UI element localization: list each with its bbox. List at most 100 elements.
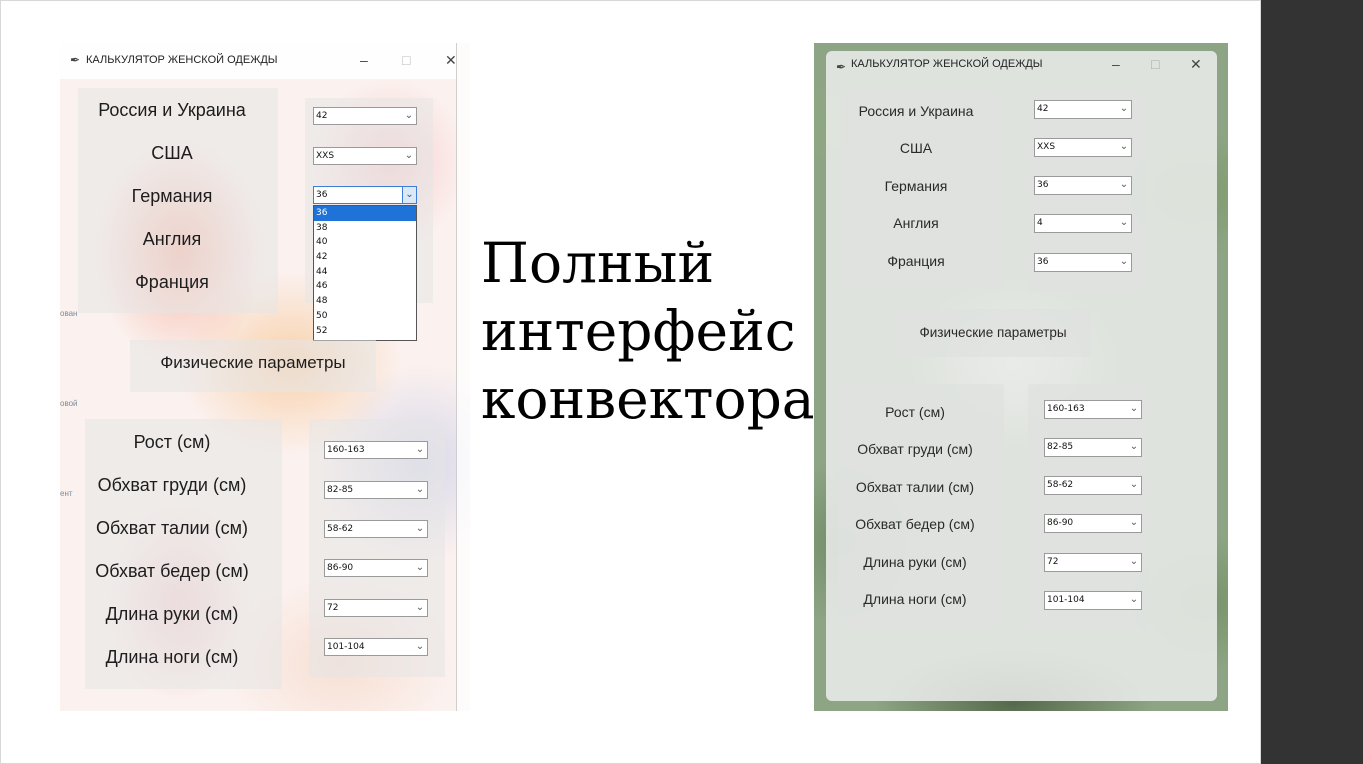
heading-line: Полный xyxy=(481,231,715,295)
dropdown-option[interactable]: 50 xyxy=(314,309,416,324)
dropdown-option[interactable]: 42 xyxy=(314,250,416,265)
desktop-icon-label: ент xyxy=(60,489,73,498)
hips-combobox[interactable]: 86-90 ⌄ xyxy=(1044,514,1142,533)
combobox-value: 160-163 xyxy=(327,445,365,455)
chest-combobox[interactable]: 82-85 ⌄ xyxy=(1044,438,1142,457)
arm-length-combobox[interactable]: 72 ⌄ xyxy=(324,599,428,617)
dropdown-option[interactable]: 44 xyxy=(314,265,416,280)
label-usa: США xyxy=(151,143,193,163)
dropdown-option[interactable]: 46 xyxy=(314,279,416,294)
germany-size-combobox[interactable]: 36 ⌄ xyxy=(313,186,417,204)
chevron-down-icon[interactable]: ⌄ xyxy=(402,187,416,203)
feather-icon: ✒ xyxy=(836,60,847,74)
label-england: Англия xyxy=(893,215,939,231)
chevron-down-icon[interactable]: ⌄ xyxy=(402,108,416,124)
leg-length-combobox[interactable]: 101-104 ⌄ xyxy=(1044,591,1142,610)
minimize-icon[interactable]: – xyxy=(360,53,368,67)
label-waist: Обхват талии (см) xyxy=(855,479,975,495)
waist-combobox[interactable]: 58-62 ⌄ xyxy=(324,520,428,538)
label-russia-ukraine: Россия и Украина xyxy=(858,103,974,119)
germany-dropdown-list[interactable]: 36 38 40 42 44 46 48 50 52 xyxy=(313,205,417,341)
combobox-value: 86-90 xyxy=(327,563,354,573)
desktop-icon-label: овой xyxy=(60,399,78,408)
chevron-down-icon[interactable]: ⌄ xyxy=(413,442,427,458)
window-title: КАЛЬКУЛЯТОР ЖЕНСКОЙ ОДЕЖДЫ xyxy=(851,58,1043,70)
chevron-down-icon[interactable]: ⌄ xyxy=(1127,477,1141,493)
chest-combobox[interactable]: 82-85 ⌄ xyxy=(324,481,428,499)
russia-size-combobox[interactable]: 42 ⌄ xyxy=(313,107,417,125)
dropdown-option[interactable]: 38 xyxy=(314,221,416,236)
close-icon[interactable]: ✕ xyxy=(445,53,457,67)
combobox-value: 101-104 xyxy=(1047,595,1085,605)
window-right-edge xyxy=(456,43,470,711)
label-hips: Обхват бедер (см) xyxy=(855,516,975,532)
combobox-value: 72 xyxy=(327,603,339,613)
feather-icon: ✒ xyxy=(70,53,81,67)
label-hips: Обхват бедер (см) xyxy=(95,561,249,581)
physical-parameters-label: Физические параметры xyxy=(919,325,1067,340)
russia-size-combobox[interactable]: 42 ⌄ xyxy=(1034,100,1132,119)
maximize-icon[interactable]: □ xyxy=(1151,57,1159,71)
chevron-down-icon[interactable]: ⌄ xyxy=(413,482,427,498)
close-icon[interactable]: ✕ xyxy=(1190,57,1202,71)
combobox-value: XXS xyxy=(1037,142,1056,152)
label-germany: Германия xyxy=(884,178,948,194)
chevron-down-icon[interactable]: ⌄ xyxy=(1127,592,1141,608)
label-arm-length: Длина руки (см) xyxy=(863,554,967,570)
combobox-value: 4 xyxy=(1037,218,1043,228)
leg-length-combobox[interactable]: 101-104 ⌄ xyxy=(324,638,428,656)
combobox-value: XXS xyxy=(316,151,335,161)
waist-combobox[interactable]: 58-62 ⌄ xyxy=(1044,476,1142,495)
chevron-down-icon[interactable]: ⌄ xyxy=(1117,177,1131,193)
combobox-value: 42 xyxy=(316,111,328,121)
maximize-icon[interactable]: □ xyxy=(402,53,410,67)
chevron-down-icon[interactable]: ⌄ xyxy=(413,600,427,616)
app-window: ✒ КАЛЬКУЛЯТОР ЖЕНСКОЙ ОДЕЖДЫ – □ ✕ Росси… xyxy=(826,51,1217,701)
label-france: Франция xyxy=(135,272,209,292)
heading-line: конвектора xyxy=(481,367,815,431)
height-combobox[interactable]: 160-163 ⌄ xyxy=(324,441,428,459)
combobox-value: 82-85 xyxy=(327,485,354,495)
usa-size-combobox[interactable]: XXS ⌄ xyxy=(1034,138,1132,157)
combobox-value: 101-104 xyxy=(327,642,365,652)
chevron-down-icon[interactable]: ⌄ xyxy=(1117,139,1131,155)
dropdown-option[interactable]: 48 xyxy=(314,294,416,309)
desktop-icon-label: ован xyxy=(60,309,78,318)
chevron-down-icon[interactable]: ⌄ xyxy=(1117,254,1131,270)
chevron-down-icon[interactable]: ⌄ xyxy=(413,521,427,537)
england-size-combobox[interactable]: 4 ⌄ xyxy=(1034,214,1132,233)
slide-heading: Полный интерфейс конвектора xyxy=(481,229,815,433)
chevron-down-icon[interactable]: ⌄ xyxy=(402,148,416,164)
chevron-down-icon[interactable]: ⌄ xyxy=(1117,215,1131,231)
label-height: Рост (см) xyxy=(885,404,945,420)
chevron-down-icon[interactable]: ⌄ xyxy=(1127,439,1141,455)
france-size-combobox[interactable]: 36 ⌄ xyxy=(1034,253,1132,272)
combobox-value: 160-163 xyxy=(1047,404,1085,414)
window-title: КАЛЬКУЛЯТОР ЖЕНСКОЙ ОДЕЖДЫ xyxy=(86,54,278,66)
label-chest: Обхват груди (см) xyxy=(857,441,973,457)
chevron-down-icon[interactable]: ⌄ xyxy=(413,639,427,655)
chevron-down-icon[interactable]: ⌄ xyxy=(1117,101,1131,117)
combobox-value: 86-90 xyxy=(1047,518,1074,528)
label-russia-ukraine: Россия и Украина xyxy=(98,100,246,120)
physical-parameters-button[interactable]: Физические параметры xyxy=(895,309,1091,357)
label-england: Англия xyxy=(142,229,202,249)
combobox-value: 58-62 xyxy=(327,524,354,534)
label-france: Франция xyxy=(887,253,945,269)
arm-length-combobox[interactable]: 72 ⌄ xyxy=(1044,553,1142,572)
physical-parameters-button[interactable]: Физические параметры xyxy=(130,340,376,392)
dropdown-option[interactable]: 40 xyxy=(314,235,416,250)
chevron-down-icon[interactable]: ⌄ xyxy=(1127,401,1141,417)
minimize-icon[interactable]: – xyxy=(1112,57,1120,71)
chevron-down-icon[interactable]: ⌄ xyxy=(1127,515,1141,531)
label-usa: США xyxy=(899,140,933,156)
dropdown-option[interactable]: 52 xyxy=(314,324,416,339)
dropdown-option[interactable]: 36 xyxy=(314,206,416,221)
right-window-screenshot: ✒ КАЛЬКУЛЯТОР ЖЕНСКОЙ ОДЕЖДЫ – □ ✕ Росси… xyxy=(814,43,1228,711)
chevron-down-icon[interactable]: ⌄ xyxy=(413,560,427,576)
height-combobox[interactable]: 160-163 ⌄ xyxy=(1044,400,1142,419)
germany-size-combobox[interactable]: 36 ⌄ xyxy=(1034,176,1132,195)
chevron-down-icon[interactable]: ⌄ xyxy=(1127,554,1141,570)
hips-combobox[interactable]: 86-90 ⌄ xyxy=(324,559,428,577)
usa-size-combobox[interactable]: XXS ⌄ xyxy=(313,147,417,165)
